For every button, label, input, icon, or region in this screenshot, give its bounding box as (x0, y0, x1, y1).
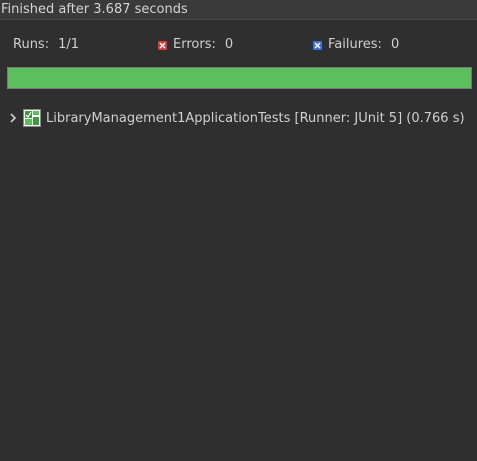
progress-fill (8, 68, 471, 88)
runs-counter: Runs: 1/1 (13, 36, 79, 54)
runs-value: 1/1 (58, 37, 80, 52)
errors-counter: Errors: 0 (158, 36, 233, 54)
error-icon (158, 40, 167, 50)
failures-counter: Failures: 0 (313, 36, 399, 54)
errors-value: 0 (224, 37, 234, 52)
test-suite-icon (23, 109, 41, 127)
chevron-right-icon[interactable] (8, 112, 18, 124)
tree-item-label: LibraryManagement1ApplicationTests [Runn… (46, 110, 465, 126)
status-message: Finished after 3.687 seconds (0, 0, 477, 20)
failures-value: 0 (390, 37, 400, 52)
failure-icon (313, 40, 322, 50)
counters-bar: Runs: 1/1 Errors: 0 Failures: 0 (0, 36, 477, 54)
errors-label: Errors: (173, 37, 216, 52)
test-progress-bar (7, 67, 472, 89)
failures-label: Failures: (328, 37, 382, 52)
junit-view: Finished after 3.687 seconds Runs: 1/1 E… (0, 0, 477, 461)
tree-item-test-suite[interactable]: LibraryManagement1ApplicationTests [Runn… (0, 108, 477, 128)
header-divider (0, 19, 477, 20)
runs-label: Runs: (13, 37, 50, 52)
